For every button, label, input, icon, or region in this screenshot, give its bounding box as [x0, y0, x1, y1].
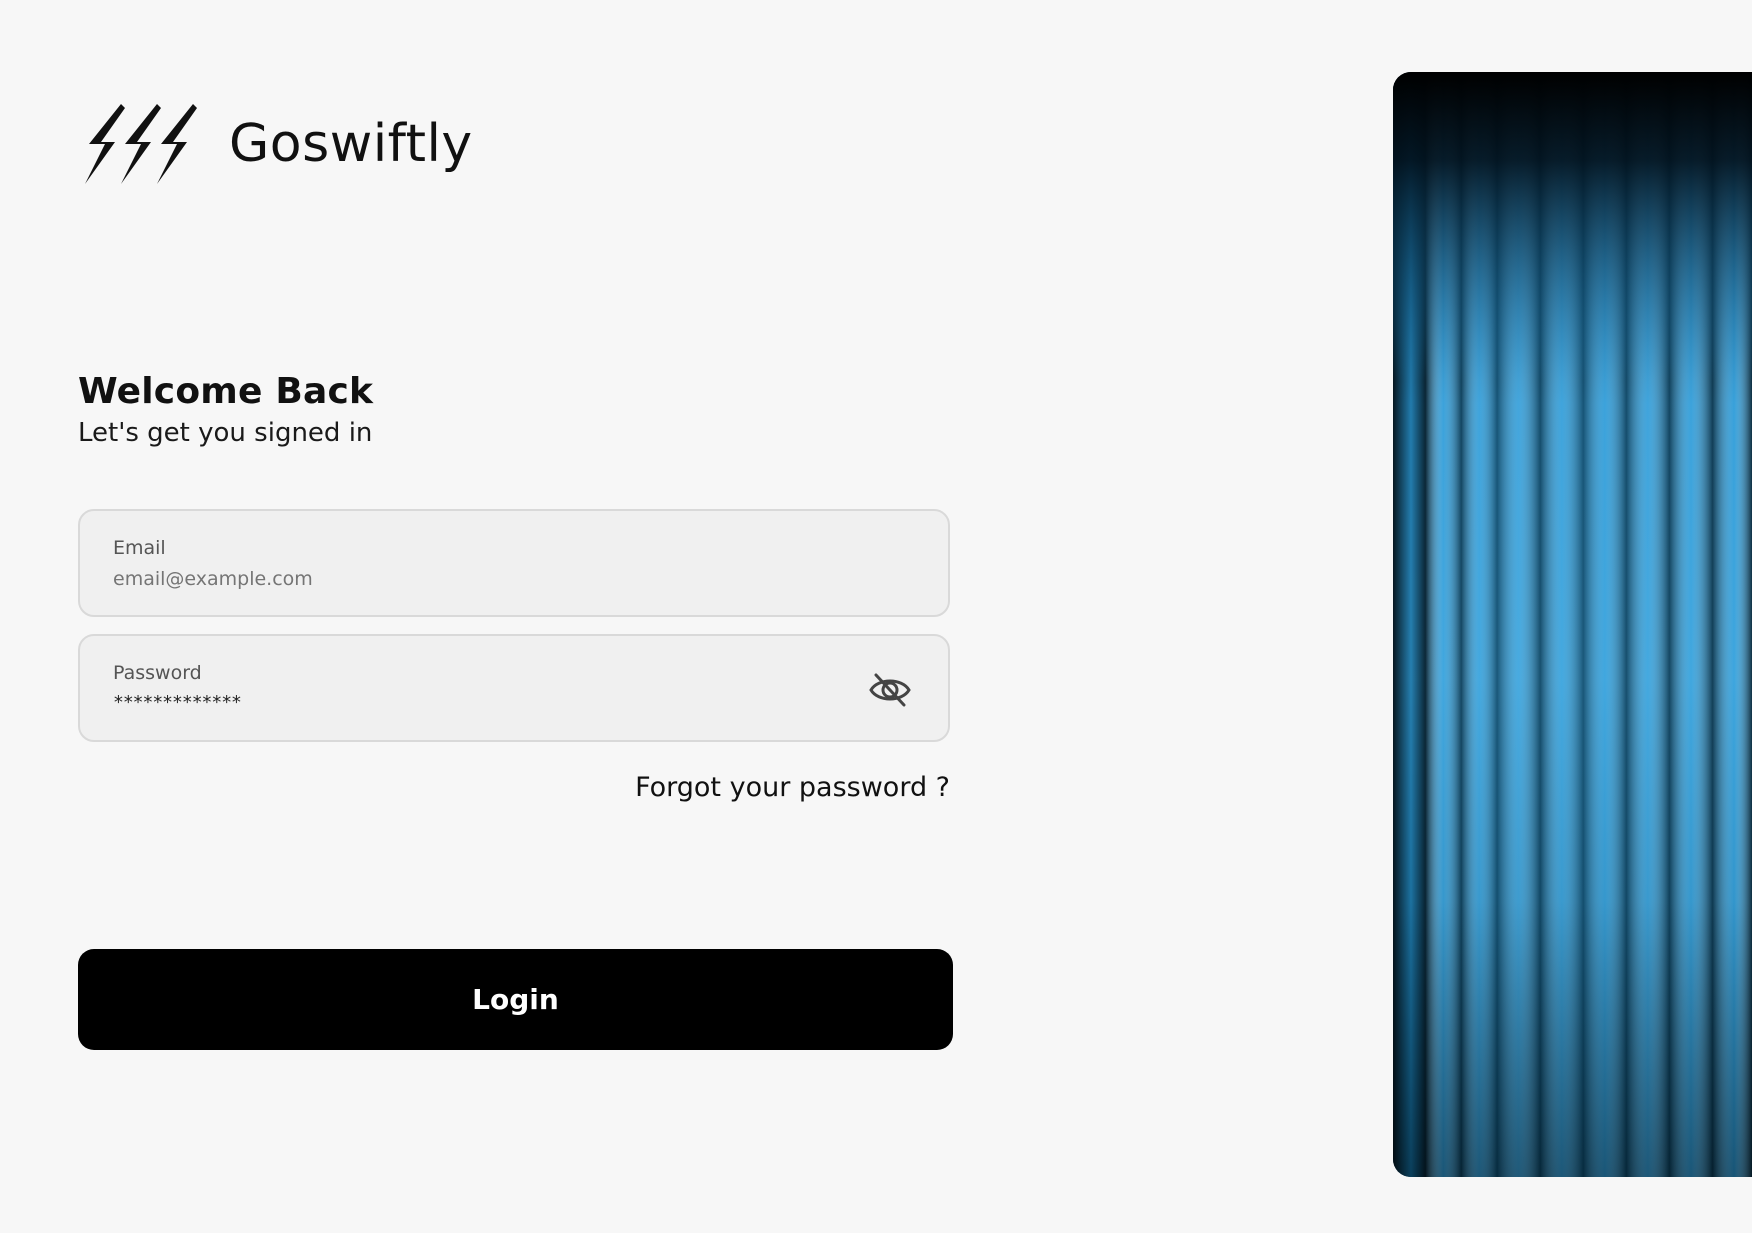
welcome-heading: Welcome Back Let's get you signed in	[78, 372, 373, 449]
email-field[interactable]: Email	[78, 509, 950, 617]
page-title: Welcome Back	[78, 371, 374, 412]
email-input[interactable]	[113, 568, 873, 590]
lightning-bolts-icon	[85, 104, 197, 184]
brand: Goswiftly	[85, 104, 473, 184]
blue-curtain-image	[1393, 72, 1752, 1177]
email-label: Email	[113, 537, 166, 559]
password-field[interactable]: Password	[78, 634, 950, 742]
hero-image	[1393, 72, 1752, 1177]
forgot-password-link[interactable]: Forgot your password ?	[635, 772, 950, 803]
eye-off-icon[interactable]	[868, 670, 912, 710]
brand-name: Goswiftly	[229, 114, 473, 174]
login-button[interactable]: Login	[78, 949, 953, 1050]
page-subtitle: Let's get you signed in	[78, 417, 373, 448]
password-input[interactable]	[113, 692, 873, 713]
password-label: Password	[113, 662, 202, 684]
